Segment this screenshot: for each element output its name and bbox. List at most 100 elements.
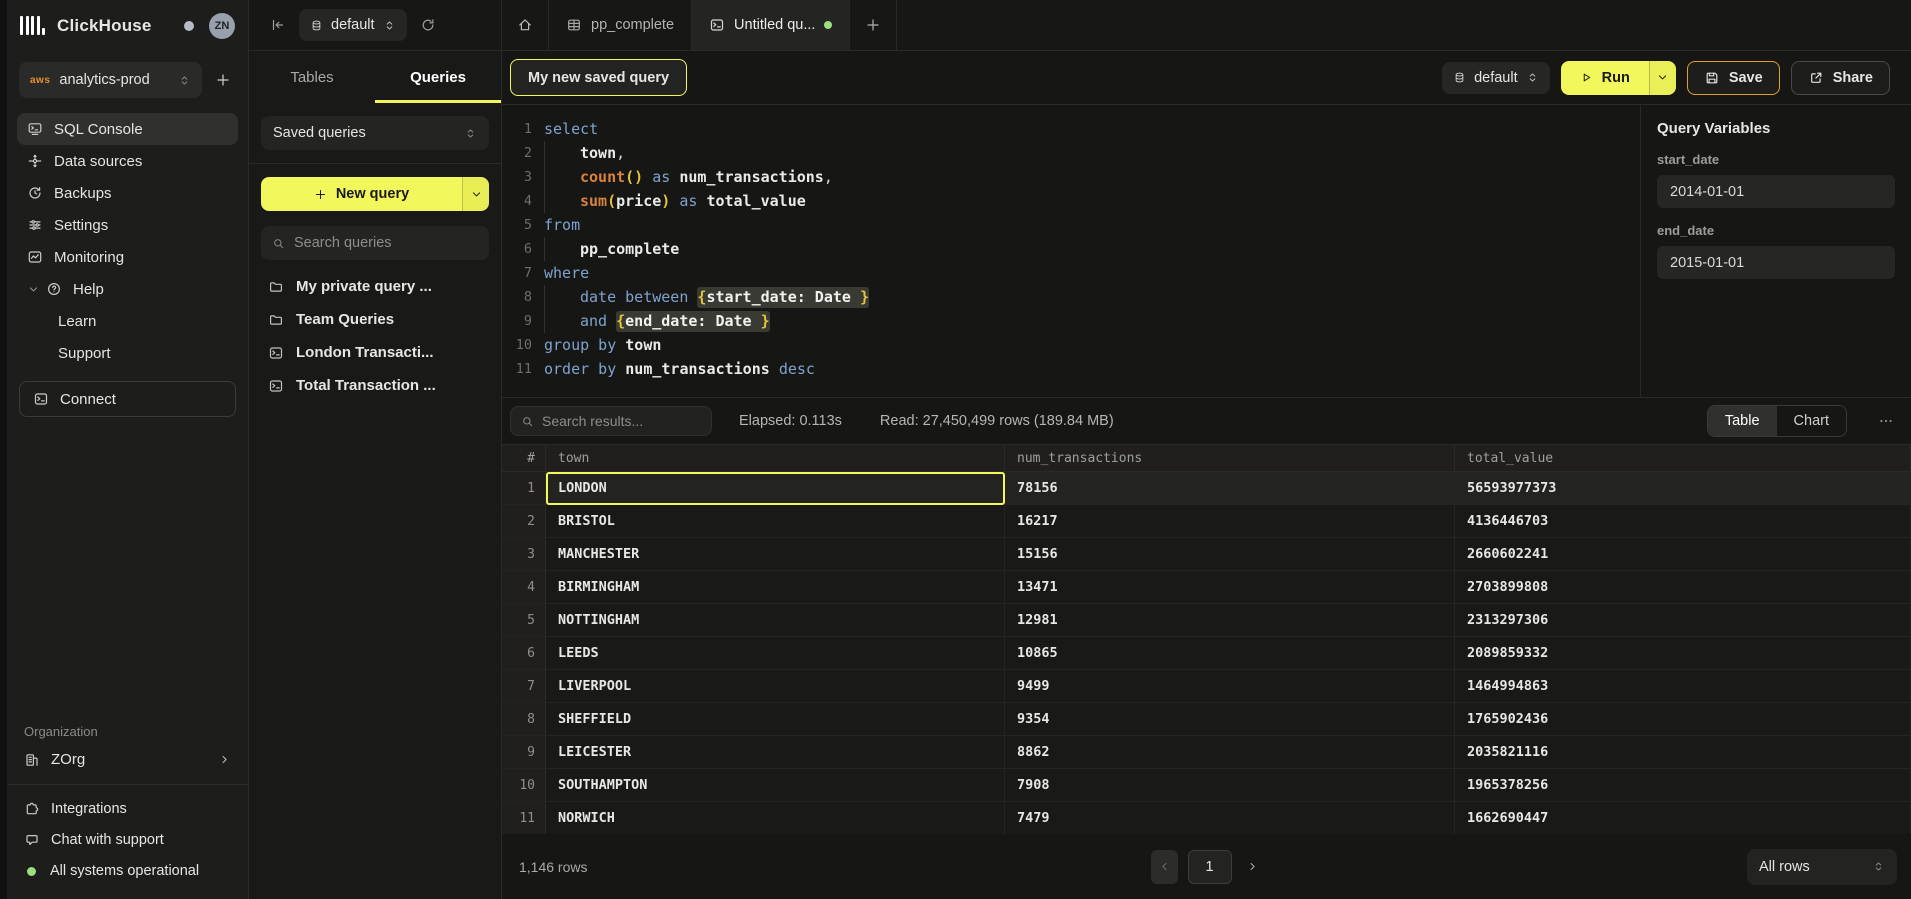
saved-query-item-london-transacti[interactable]: London Transacti... <box>261 336 489 369</box>
table-cell[interactable]: 1662690447 <box>1455 802 1911 834</box>
search-results-input[interactable] <box>542 413 701 429</box>
saved-query-tab[interactable]: My new saved query <box>510 59 687 96</box>
table-cell[interactable]: SOUTHAMPTON <box>546 769 1005 802</box>
start-date-input[interactable] <box>1657 175 1895 208</box>
column-header-num-transactions[interactable]: num_transactions <box>1005 445 1455 471</box>
query-database-selector[interactable]: default <box>1442 62 1550 94</box>
database-selector[interactable]: default <box>299 9 407 41</box>
refresh-icon[interactable] <box>420 17 436 33</box>
sidebar-item-support[interactable]: Support <box>17 337 238 369</box>
collapse-sidebar-icon[interactable] <box>270 17 286 33</box>
table-cell[interactable]: 78156 <box>1005 472 1455 505</box>
table-cell[interactable]: 7479 <box>1005 802 1455 834</box>
table-cell[interactable]: 1765902436 <box>1455 703 1911 736</box>
page-size-select[interactable]: All rows <box>1747 849 1897 885</box>
saved-query-item-total-transaction[interactable]: Total Transaction ... <box>261 369 489 402</box>
sidebar-nav: SQL ConsoleData sources Backups SettingsMo… <box>7 109 248 369</box>
connect-button[interactable]: Connect <box>19 381 236 417</box>
column-header-total-value[interactable]: total_value <box>1455 445 1911 471</box>
sidebar-item-learn[interactable]: Learn <box>17 305 238 337</box>
tab-queries[interactable]: Queries <box>375 51 501 103</box>
table-cell[interactable]: 8862 <box>1005 736 1455 769</box>
table-cell[interactable]: 7908 <box>1005 769 1455 802</box>
sidebar-footer-all-systems-operational[interactable]: All systems operational <box>24 863 231 879</box>
sidebar-footer-integrations[interactable]: Integrations <box>24 801 231 817</box>
new-tab-button[interactable] <box>850 0 896 50</box>
page-number[interactable]: 1 <box>1188 850 1232 884</box>
column-header-index[interactable]: # <box>502 445 546 471</box>
table-cell[interactable]: 1464994863 <box>1455 670 1911 703</box>
table-cell[interactable]: 56593977373 <box>1455 472 1911 505</box>
plus-icon <box>865 17 881 33</box>
table-cell[interactable]: LEEDS <box>546 637 1005 670</box>
sidebar-item-help[interactable]: Help <box>17 273 238 305</box>
table-cell[interactable]: MANCHESTER <box>546 538 1005 571</box>
sidebar-item-backups[interactable]: Backups <box>17 177 238 209</box>
table-cell[interactable]: LEICESTER <box>546 736 1005 769</box>
rows-read: Read: 27,450,499 rows (189.84 MB) <box>880 413 1114 429</box>
organization-item[interactable]: ZOrg <box>7 751 248 784</box>
search-queries-input[interactable] <box>294 235 478 251</box>
table-cell[interactable]: 13471 <box>1005 571 1455 604</box>
code-line: 11order by num_transactions desc <box>506 357 1640 381</box>
table-cell[interactable]: 1965378256 <box>1455 769 1911 802</box>
saved-query-item-team-queries[interactable]: Team Queries <box>261 303 489 336</box>
table-cell[interactable]: 9499 <box>1005 670 1455 703</box>
view-table-button[interactable]: Table <box>1708 406 1777 436</box>
table-cell[interactable]: 2660602241 <box>1455 538 1911 571</box>
end-date-input[interactable] <box>1657 246 1895 279</box>
sidebar-item-label: Backups <box>54 185 112 202</box>
column-header-town[interactable]: town <box>546 445 1005 471</box>
add-service-button[interactable] <box>210 72 236 88</box>
table-cell[interactable]: 2089859332 <box>1455 637 1911 670</box>
new-query-button[interactable]: New query <box>261 177 489 211</box>
table-cell[interactable]: 2313297306 <box>1455 604 1911 637</box>
query-variable-chip[interactable]: {start_date: Date } <box>697 287 869 308</box>
table-cell[interactable]: BIRMINGHAM <box>546 571 1005 604</box>
table-cell[interactable]: 15156 <box>1005 538 1455 571</box>
tab-tables[interactable]: Tables <box>249 51 375 103</box>
table-cell[interactable]: 4136446703 <box>1455 505 1911 538</box>
table-cell[interactable]: BRISTOL <box>546 505 1005 538</box>
save-button[interactable]: Save <box>1687 61 1780 95</box>
sidebar-item-monitoring[interactable]: Monitoring <box>17 241 238 273</box>
table-cell[interactable]: 16217 <box>1005 505 1455 538</box>
new-query-main[interactable]: New query <box>261 177 462 211</box>
table-cell[interactable]: 9354 <box>1005 703 1455 736</box>
more-options-icon[interactable] <box>1874 413 1898 429</box>
table-cell[interactable]: 2703899808 <box>1455 571 1911 604</box>
table-cell[interactable]: NOTTINGHAM <box>546 604 1005 637</box>
sidebar-item-settings[interactable]: Settings <box>17 209 238 241</box>
saved-query-item-my-private-query[interactable]: My private query ... <box>261 270 489 303</box>
avatar[interactable]: ZN <box>209 13 235 39</box>
query-variable-chip[interactable]: {end_date: Date } <box>616 311 770 332</box>
divider <box>249 163 501 164</box>
home-button[interactable] <box>502 0 548 50</box>
tab-untitled-query[interactable]: Untitled qu... <box>692 0 849 50</box>
saved-queries-select[interactable]: Saved queries <box>261 116 489 150</box>
table-cell[interactable]: 12981 <box>1005 604 1455 637</box>
table-cell[interactable]: LIVERPOOL <box>546 670 1005 703</box>
code-line: 7where <box>506 261 1640 285</box>
tab-pp-complete[interactable]: pp_complete <box>549 0 691 50</box>
sql-editor[interactable]: 1select2town,3count() as num_transaction… <box>502 105 1640 397</box>
clickhouse-logo-icon[interactable] <box>20 16 45 35</box>
brand-name[interactable]: ClickHouse <box>57 16 152 36</box>
table-cell[interactable]: 2035821116 <box>1455 736 1911 769</box>
run-options-dropdown[interactable] <box>1649 61 1676 95</box>
previous-page-button[interactable] <box>1151 850 1178 884</box>
run-button-main[interactable]: Run <box>1561 61 1649 95</box>
sidebar-footer-chat-with-support[interactable]: Chat with support <box>24 832 231 848</box>
service-selector[interactable]: aws analytics-prod <box>19 62 202 98</box>
share-button[interactable]: Share <box>1791 61 1890 95</box>
table-cell[interactable]: SHEFFIELD <box>546 703 1005 736</box>
table-cell[interactable]: 10865 <box>1005 637 1455 670</box>
new-query-dropdown[interactable] <box>462 177 489 211</box>
next-page-button[interactable] <box>1242 860 1263 873</box>
view-chart-button[interactable]: Chart <box>1777 406 1846 436</box>
selected-cell[interactable]: LONDON <box>546 472 1005 505</box>
run-button[interactable]: Run <box>1561 61 1676 95</box>
sidebar-item-data-sources[interactable]: Data sources <box>17 145 238 177</box>
sidebar-item-sql-console[interactable]: SQL Console <box>17 113 238 145</box>
table-cell[interactable]: NORWICH <box>546 802 1005 834</box>
